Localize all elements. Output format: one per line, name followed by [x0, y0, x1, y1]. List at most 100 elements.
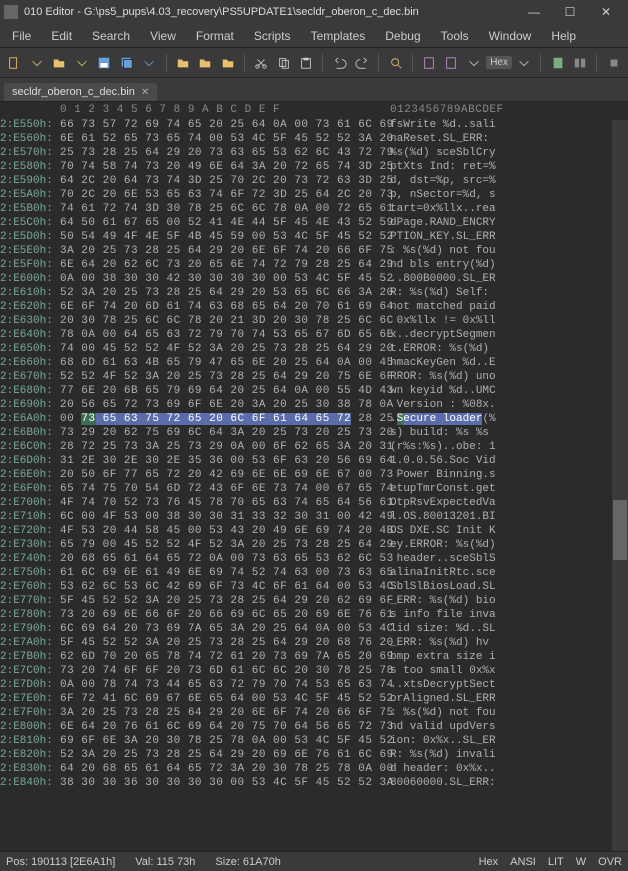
hex-row[interactable]: 2:E660h:68 6D 61 63 4B 65 79 47 65 6E 20… [0, 356, 628, 370]
template-dropdown-button[interactable] [464, 52, 485, 74]
ascii-cell[interactable]: : %s(%d) not fou [390, 244, 628, 258]
hex-row[interactable]: 2:E590h:64 2C 20 64 73 74 3D 25 70 2C 20… [0, 174, 628, 188]
hex-row[interactable]: 2:E830h:64 20 68 65 61 64 65 72 3A 20 30… [0, 762, 628, 776]
hex-bytes-cell[interactable]: 74 61 72 74 3D 30 78 25 6C 6C 78 0A 00 7… [60, 202, 390, 216]
menu-view[interactable]: View [142, 27, 184, 45]
menu-debug[interactable]: Debug [377, 27, 428, 45]
ascii-cell[interactable]: p, nSector=%d, s [390, 188, 628, 202]
hex-row[interactable]: 2:E730h:65 79 00 45 52 52 4F 52 3A 20 25… [0, 538, 628, 552]
hex-row[interactable]: 2:E5F0h:6E 64 20 62 6C 73 20 65 6E 74 72… [0, 258, 628, 272]
hex-row[interactable]: 2:E610h:52 3A 20 25 73 28 25 64 29 20 53… [0, 286, 628, 300]
hex-row[interactable]: 2:E600h:0A 00 38 30 30 42 30 30 30 30 00… [0, 272, 628, 286]
hex-row[interactable]: 2:E7F0h:3A 20 25 73 28 25 64 29 20 6E 6F… [0, 706, 628, 720]
close-button[interactable]: ✕ [588, 0, 624, 24]
hex-row[interactable]: 2:E5E0h:3A 20 25 73 28 25 64 29 20 6E 6F… [0, 244, 628, 258]
hex-bytes-cell[interactable]: 4F 74 70 52 73 76 45 78 70 65 63 74 65 6… [60, 496, 390, 510]
hex-row[interactable]: 2:E770h:5F 45 52 52 3A 20 25 73 28 25 64… [0, 594, 628, 608]
ascii-cell[interactable]: ..xtsDecryptSect [390, 678, 628, 692]
ascii-cell[interactable]: OS DXE.SC Init K [390, 524, 628, 538]
ascii-cell[interactable]: .Secure loader(% [390, 412, 628, 426]
hex-row[interactable]: 2:E650h:74 00 45 52 52 4F 52 3A 20 25 73… [0, 342, 628, 356]
hex-bytes-cell[interactable]: 25 73 28 25 64 29 20 73 63 65 53 62 6C 4… [60, 146, 390, 160]
template2-button[interactable] [441, 52, 462, 74]
hex-bytes-cell[interactable]: 5F 45 52 52 3A 20 25 73 28 25 64 29 20 6… [60, 636, 390, 650]
hex-bytes-cell[interactable]: 00 73 65 63 75 72 65 20 6C 6F 61 64 65 7… [60, 412, 390, 426]
hex-row[interactable]: 2:E6A0h:00 73 65 63 75 72 65 20 6C 6F 61… [0, 412, 628, 426]
ascii-cell[interactable]: SblSlBiosLoad.SL [390, 580, 628, 594]
hex-bytes-cell[interactable]: 3A 20 25 73 28 25 64 29 20 6E 6F 74 20 6… [60, 706, 390, 720]
hex-bytes-cell[interactable]: 78 0A 00 64 65 63 72 79 70 74 53 65 67 6… [60, 328, 390, 342]
ascii-cell[interactable]: lid size: %d..SL [390, 622, 628, 636]
ascii-cell[interactable]: naReset.SL_ERR: [390, 132, 628, 146]
stop-button[interactable] [603, 52, 624, 74]
vertical-scrollbar[interactable] [612, 120, 628, 851]
hex-bytes-cell[interactable]: 66 73 57 72 69 74 65 20 25 64 0A 00 73 6… [60, 118, 390, 132]
ascii-cell[interactable]: s too small 0x%x [390, 664, 628, 678]
ascii-cell[interactable]: d, dst=%p, src=% [390, 174, 628, 188]
hex-row[interactable]: 2:E5A0h:70 2C 20 6E 53 65 63 74 6F 72 3D… [0, 188, 628, 202]
undo-button[interactable] [329, 52, 350, 74]
ascii-cell[interactable]: ey.ERROR: %s(%d) [390, 538, 628, 552]
hex-bytes-cell[interactable]: 61 6C 69 6E 61 49 6E 69 74 52 74 63 00 7… [60, 566, 390, 580]
open-dropdown-button[interactable] [72, 52, 93, 74]
hex-bytes-cell[interactable]: 64 2C 20 64 73 74 3D 25 70 2C 20 73 72 6… [60, 174, 390, 188]
open-file-button[interactable] [49, 52, 70, 74]
ascii-cell[interactable]: s info file inva [390, 608, 628, 622]
menu-search[interactable]: Search [84, 27, 138, 45]
ascii-cell[interactable]: R: %s(%d) invali [390, 748, 628, 762]
minimize-button[interactable]: — [516, 0, 552, 24]
hex-row[interactable]: 2:E740h:20 68 65 61 64 65 72 0A 00 73 63… [0, 552, 628, 566]
new-file-button[interactable] [4, 52, 25, 74]
maximize-button[interactable]: ☐ [552, 0, 588, 24]
hex-bytes-cell[interactable]: 6F 72 41 6C 69 67 6E 65 64 00 53 4C 5F 4… [60, 692, 390, 706]
hex-row[interactable]: 2:E560h:6E 61 52 65 73 65 74 00 53 4C 5F… [0, 132, 628, 146]
ascii-cell[interactable]: x..decryptSegmen [390, 328, 628, 342]
hex-bytes-cell[interactable]: 52 52 4F 52 3A 20 25 73 28 25 64 29 20 7… [60, 370, 390, 384]
ascii-cell[interactable]: etupTmrConst.get [390, 482, 628, 496]
ascii-cell[interactable]: Version : %08x. [390, 398, 628, 412]
hex-row[interactable]: 2:E790h:6C 69 64 20 73 69 7A 65 3A 20 25… [0, 622, 628, 636]
hex-bytes-cell[interactable]: 73 29 20 62 75 69 6C 64 3A 20 25 73 20 2… [60, 426, 390, 440]
ascii-cell[interactable]: tart=0x%llx..rea [390, 202, 628, 216]
hex-bytes-cell[interactable]: 62 6D 70 20 65 78 74 72 61 20 73 69 7A 6… [60, 650, 390, 664]
ascii-cell[interactable]: l.OS.80013201.BI [390, 510, 628, 524]
menu-scripts[interactable]: Scripts [246, 27, 299, 45]
menu-help[interactable]: Help [543, 27, 584, 45]
save-dropdown-button[interactable] [139, 52, 160, 74]
hex-bytes-cell[interactable]: 6E 61 52 65 73 65 74 00 53 4C 5F 45 52 5… [60, 132, 390, 146]
folder1-button[interactable] [172, 52, 193, 74]
hex-bytes-cell[interactable]: 20 50 6F 77 65 72 20 42 69 6E 6E 69 6E 6… [60, 468, 390, 482]
ascii-cell[interactable]: (r%s:%s)..obe: 1 [390, 440, 628, 454]
hex-row[interactable]: 2:E570h:25 73 28 25 64 29 20 73 63 65 53… [0, 146, 628, 160]
hex-bytes-cell[interactable]: 0A 00 78 74 73 44 65 63 72 79 70 74 53 6… [60, 678, 390, 692]
ascii-cell[interactable]: s) build: %s %s [390, 426, 628, 440]
hex-row[interactable]: 2:E680h:77 6E 20 6B 65 79 69 64 20 25 64… [0, 384, 628, 398]
hex-bytes-cell[interactable]: 3A 20 25 73 28 25 64 29 20 6E 6F 74 20 6… [60, 244, 390, 258]
save-button[interactable] [94, 52, 115, 74]
folder2-button[interactable] [195, 52, 216, 74]
hex-bytes-cell[interactable]: 31 2E 30 2E 30 2E 35 36 00 53 6F 63 20 5… [60, 454, 390, 468]
status-ovr[interactable]: OVR [598, 856, 622, 868]
template1-button[interactable] [419, 52, 440, 74]
hex-bytes-cell[interactable]: 68 6D 61 63 4B 65 79 47 65 6E 20 25 64 0… [60, 356, 390, 370]
hex-row[interactable]: 2:E810h:69 6F 6E 3A 20 30 78 25 78 0A 00… [0, 734, 628, 748]
menu-file[interactable]: File [4, 27, 39, 45]
ascii-cell[interactable]: %s(%d) sceSblCry [390, 146, 628, 160]
hex-bytes-cell[interactable]: 4F 53 20 44 58 45 00 53 43 20 49 6E 69 7… [60, 524, 390, 538]
copy-button[interactable] [273, 52, 294, 74]
hex-bytes-cell[interactable]: 38 30 30 36 30 30 30 30 00 53 4C 5F 45 5… [60, 776, 390, 790]
hex-row[interactable]: 2:E7A0h:5F 45 52 52 3A 20 25 73 28 25 64… [0, 636, 628, 650]
hex-row[interactable]: 2:E6D0h:31 2E 30 2E 30 2E 35 36 00 53 6F… [0, 454, 628, 468]
hex-bytes-cell[interactable]: 65 79 00 45 52 52 4F 52 3A 20 25 73 28 2… [60, 538, 390, 552]
hex-bytes-cell[interactable]: 52 3A 20 25 73 28 25 64 29 20 69 6E 76 6… [60, 748, 390, 762]
hex-bytes-cell[interactable]: 77 6E 20 6B 65 79 69 64 20 25 64 0A 00 5… [60, 384, 390, 398]
ascii-cell[interactable]: RROR: %s(%d) uno [390, 370, 628, 384]
hex-bytes-cell[interactable]: 74 00 45 52 52 4F 52 3A 20 25 73 28 25 6… [60, 342, 390, 356]
hex-row[interactable]: 2:E580h:70 74 58 74 73 20 49 6E 64 3A 20… [0, 160, 628, 174]
hex-bytes-cell[interactable]: 50 54 49 4F 4E 5F 4B 45 59 00 53 4C 5F 4… [60, 230, 390, 244]
ascii-cell[interactable]: OtpRsvExpectedVa [390, 496, 628, 510]
hex-bytes-cell[interactable]: 6C 69 64 20 73 69 7A 65 3A 20 25 64 0A 0… [60, 622, 390, 636]
file-tab[interactable]: secldr_oberon_c_dec.bin ✕ [4, 83, 157, 101]
status-ansi[interactable]: ANSI [510, 856, 536, 868]
hex-bytes-cell[interactable]: 20 30 78 25 6C 6C 78 20 21 3D 20 30 78 2… [60, 314, 390, 328]
